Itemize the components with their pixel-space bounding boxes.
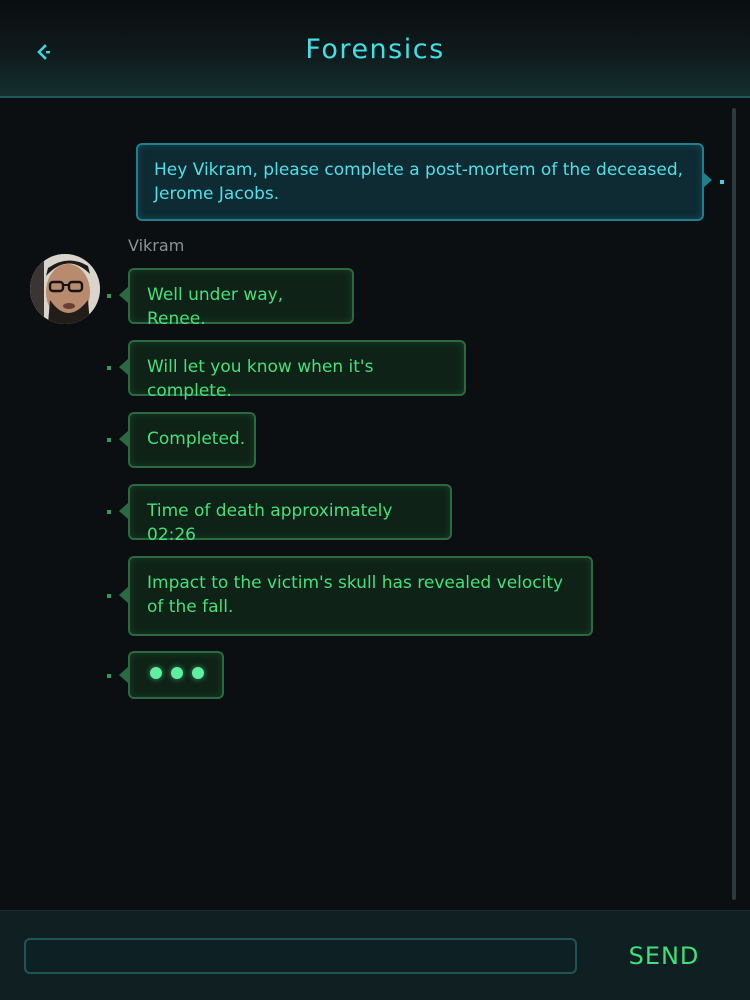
incoming-message: Impact to the victim's skull has reveale… [128, 556, 593, 636]
incoming-bubble-tail [119, 431, 128, 447]
typing-dot [171, 667, 183, 679]
incoming-marker [107, 594, 111, 598]
incoming-message: Will let you know when it's complete. [128, 340, 466, 401]
incoming-marker [107, 674, 111, 678]
header-bar: Forensics [0, 0, 750, 98]
incoming-marker [107, 294, 111, 298]
outgoing-marker [720, 180, 724, 184]
incoming-marker [107, 510, 111, 514]
incoming-bubble-tail [119, 503, 128, 519]
incoming-bubble-tail [119, 667, 128, 683]
scrollbar[interactable] [732, 108, 736, 900]
incoming-message: Time of death approximately 02:26 [128, 484, 452, 545]
avatar[interactable] [30, 254, 100, 324]
incoming-bubble-tail [119, 287, 128, 303]
avatar-portrait-icon [30, 254, 100, 324]
outgoing-bubble-tail [703, 172, 712, 188]
composer-bar: SEND [0, 910, 750, 1000]
chat-screen: Forensics Hey Vikram, please complete a … [0, 0, 750, 1000]
incoming-bubble-tail [119, 587, 128, 603]
incoming-bubble-tail [119, 359, 128, 375]
incoming-marker [107, 366, 111, 370]
typing-indicator [128, 651, 224, 699]
incoming-message: Completed. [128, 412, 256, 468]
typing-dot [192, 667, 204, 679]
incoming-marker [107, 438, 111, 442]
typing-dot [150, 667, 162, 679]
incoming-message: Well under way, Renee. [128, 268, 354, 329]
message-input[interactable] [24, 938, 577, 974]
send-button[interactable]: SEND [620, 939, 708, 973]
page-title: Forensics [305, 34, 445, 65]
outgoing-message: Hey Vikram, please complete a post-morte… [136, 143, 704, 221]
sender-name: Vikram [128, 236, 185, 255]
